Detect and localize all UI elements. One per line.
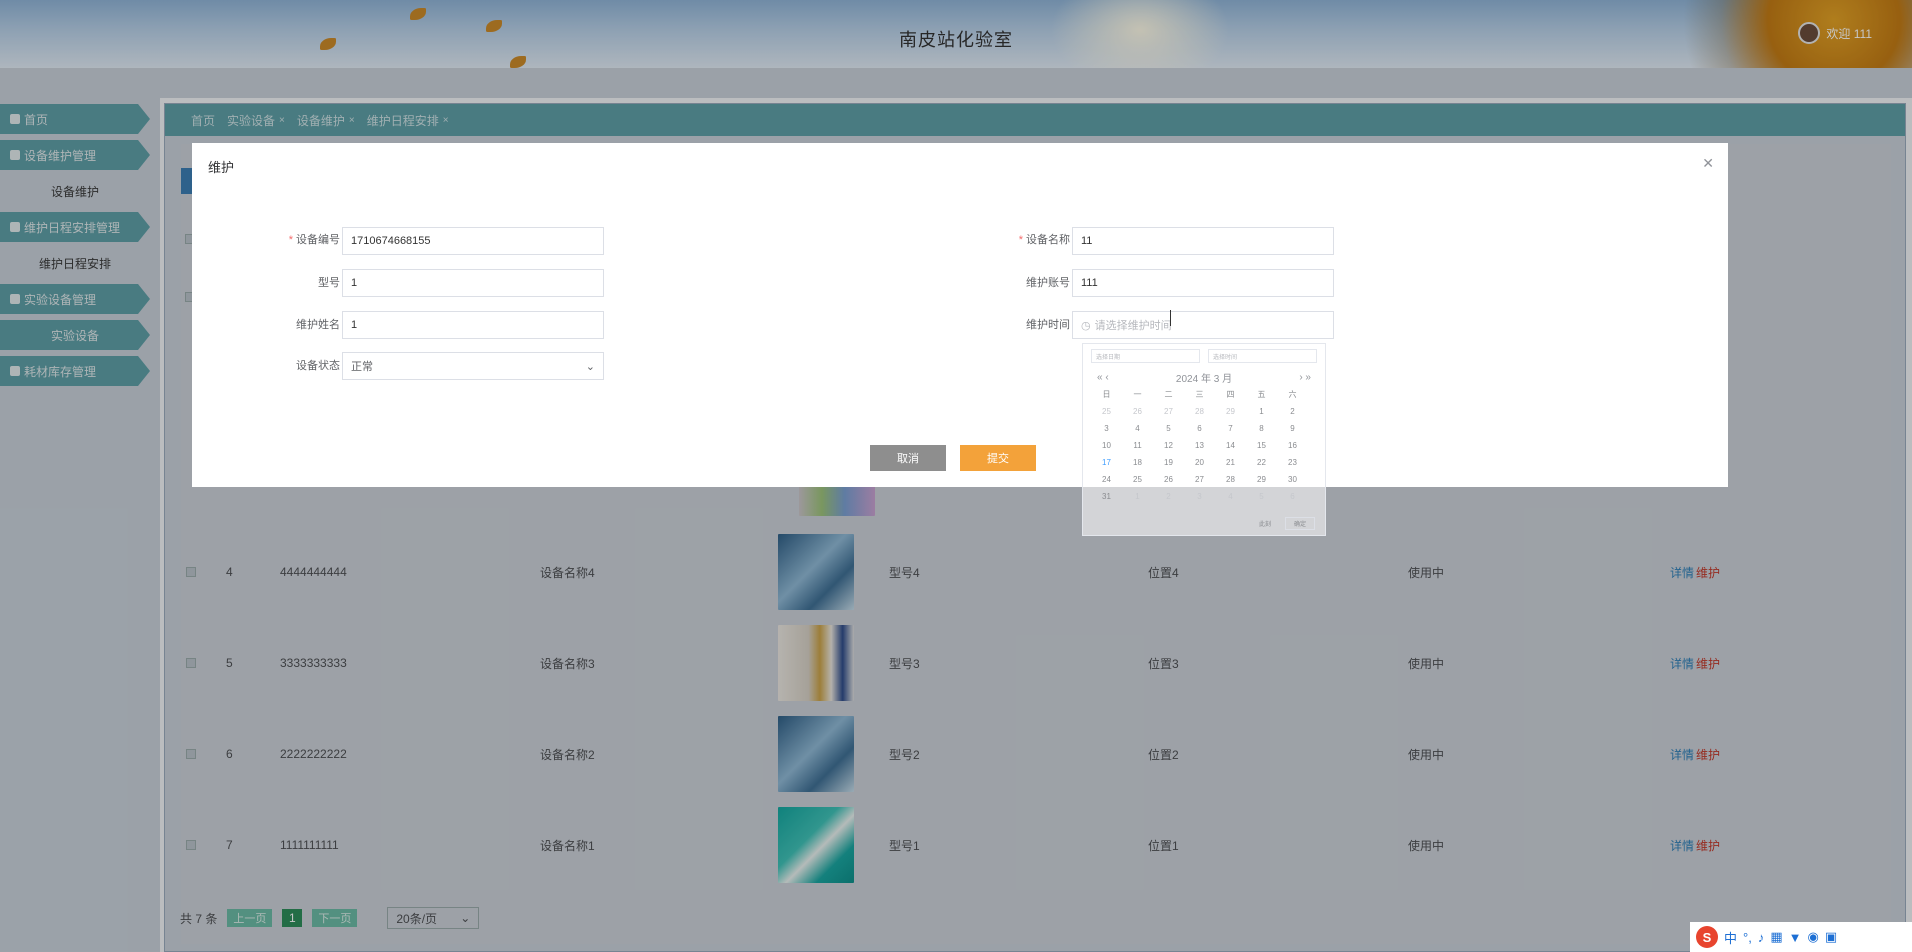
time-placeholder: 请选择维护时间 (1094, 320, 1172, 332)
close-icon[interactable]: ✕ (1702, 155, 1714, 172)
picker-time-input[interactable]: 选择时间 (1208, 349, 1317, 363)
picker-header: « ‹ 2024 年 3 月 › » (1083, 368, 1325, 386)
picker-day[interactable]: 12 (1153, 437, 1184, 454)
person-label: 维护姓名 (296, 319, 340, 331)
gamepad-icon[interactable]: ◉ (1808, 929, 1819, 945)
picker-day[interactable]: 15 (1246, 437, 1277, 454)
picker-day[interactable]: 22 (1246, 454, 1277, 471)
picker-day[interactable]: 24 (1091, 471, 1122, 488)
picker-day[interactable]: 23 (1277, 454, 1308, 471)
person-field[interactable]: 1 (342, 311, 604, 339)
status-value: 正常 (351, 361, 373, 373)
name-label: * 设备名称 (1018, 234, 1070, 246)
picker-day[interactable]: 28 (1215, 471, 1246, 488)
sogou-logo-icon[interactable]: S (1696, 926, 1718, 948)
picker-day[interactable]: 27 (1153, 403, 1184, 420)
model-field[interactable]: 1 (342, 269, 604, 297)
ime-toolbar: S 中 °, ♪ ▦ ▼ ◉ ▣ (1690, 922, 1912, 952)
status-select[interactable]: 正常 ⌄ (342, 352, 604, 380)
picker-day[interactable]: 17 (1091, 454, 1122, 471)
picker-day[interactable]: 31 (1091, 488, 1122, 505)
time-label: 维护时间 (1026, 319, 1070, 331)
clock-icon: ◷ (1081, 319, 1091, 332)
submit-button[interactable]: 提交 (960, 445, 1036, 471)
picker-day[interactable]: 27 (1184, 471, 1215, 488)
text-cursor (1170, 310, 1172, 326)
model-label: 型号 (318, 277, 340, 289)
picker-day[interactable]: 29 (1246, 471, 1277, 488)
picker-day[interactable]: 10 (1091, 437, 1122, 454)
skin-icon[interactable]: ▼ (1789, 930, 1802, 945)
weekday: 三 (1195, 390, 1204, 399)
picker-day[interactable]: 19 (1153, 454, 1184, 471)
microphone-icon[interactable]: ♪ (1758, 930, 1765, 945)
code-label: * 设备编号 (288, 234, 340, 246)
weekday: 六 (1288, 390, 1297, 399)
picker-day[interactable]: 25 (1122, 471, 1153, 488)
date-picker-popup: 选择日期 选择时间 « ‹ 2024 年 3 月 › » 日 一 二 三 四 五… (1082, 343, 1326, 536)
weekday: 五 (1257, 390, 1266, 399)
chevron-down-icon: ⌄ (585, 360, 595, 373)
picker-day[interactable]: 6 (1277, 488, 1308, 505)
picker-days: 25 26 27 28 29 1 2 3 4 5 6 7 8 9 10 11 12 13 14 15 16 17 18 19 2… (1083, 403, 1325, 505)
picker-day[interactable]: 1 (1246, 403, 1277, 420)
picker-day[interactable]: 9 (1277, 420, 1308, 437)
ime-lang[interactable]: 中 (1724, 928, 1737, 947)
picker-day[interactable]: 11 (1122, 437, 1153, 454)
picker-day[interactable]: 4 (1122, 420, 1153, 437)
next-year-icon[interactable]: › » (1299, 372, 1311, 383)
picker-footer: 此刻 确定 (1259, 517, 1315, 530)
picker-ok-button[interactable]: 确定 (1284, 517, 1315, 530)
account-label: 维护账号 (1026, 277, 1070, 289)
status-label: 设备状态 (296, 360, 340, 372)
maintenance-dialog: 维护 ✕ * 设备编号 1710674668155 型号 1 维护姓名 1 设备状… (192, 143, 1728, 487)
picker-day[interactable]: 2 (1153, 488, 1184, 505)
picker-day[interactable]: 1 (1122, 488, 1153, 505)
weekday: 四 (1226, 390, 1235, 399)
picker-day[interactable]: 26 (1153, 471, 1184, 488)
picker-day[interactable]: 18 (1122, 454, 1153, 471)
dialog-title: 维护 (208, 160, 235, 175)
picker-day[interactable]: 25 (1091, 403, 1122, 420)
picker-day[interactable]: 28 (1184, 403, 1215, 420)
picker-day[interactable]: 29 (1215, 403, 1246, 420)
weekday: 二 (1164, 390, 1173, 399)
picker-day[interactable]: 3 (1091, 420, 1122, 437)
grid-icon[interactable]: ▣ (1825, 929, 1837, 945)
picker-date-input[interactable]: 选择日期 (1091, 349, 1200, 363)
picker-now-button[interactable]: 此刻 (1259, 519, 1271, 528)
picker-day[interactable]: 30 (1277, 471, 1308, 488)
picker-day[interactable]: 5 (1246, 488, 1277, 505)
picker-day[interactable]: 5 (1153, 420, 1184, 437)
picker-day[interactable]: 26 (1122, 403, 1153, 420)
prev-year-icon[interactable]: « ‹ (1097, 372, 1109, 383)
picker-day[interactable]: 3 (1184, 488, 1215, 505)
picker-day[interactable]: 13 (1184, 437, 1215, 454)
weekday: 一 (1133, 390, 1142, 399)
picker-day[interactable]: 6 (1184, 420, 1215, 437)
picker-weekdays: 日 一 二 三 四 五 六 (1083, 386, 1325, 403)
name-field[interactable]: 11 (1072, 227, 1334, 255)
punctuation-icon[interactable]: °, (1743, 930, 1752, 945)
picker-day[interactable]: 2 (1277, 403, 1308, 420)
cancel-button[interactable]: 取消 (870, 445, 946, 471)
time-picker-input[interactable]: ◷ 请选择维护时间 (1072, 311, 1334, 339)
code-field[interactable]: 1710674668155 (342, 227, 604, 255)
picker-day[interactable]: 21 (1215, 454, 1246, 471)
picker-day[interactable]: 14 (1215, 437, 1246, 454)
picker-day[interactable]: 8 (1246, 420, 1277, 437)
picker-day[interactable]: 20 (1184, 454, 1215, 471)
account-field[interactable]: 111 (1072, 269, 1334, 297)
picker-day[interactable]: 7 (1215, 420, 1246, 437)
picker-month-label: 2024 年 3 月 (1175, 373, 1233, 385)
picker-day[interactable]: 16 (1277, 437, 1308, 454)
weekday: 日 (1102, 390, 1111, 399)
picker-day[interactable]: 4 (1215, 488, 1246, 505)
keyboard-icon[interactable]: ▦ (1770, 929, 1782, 945)
